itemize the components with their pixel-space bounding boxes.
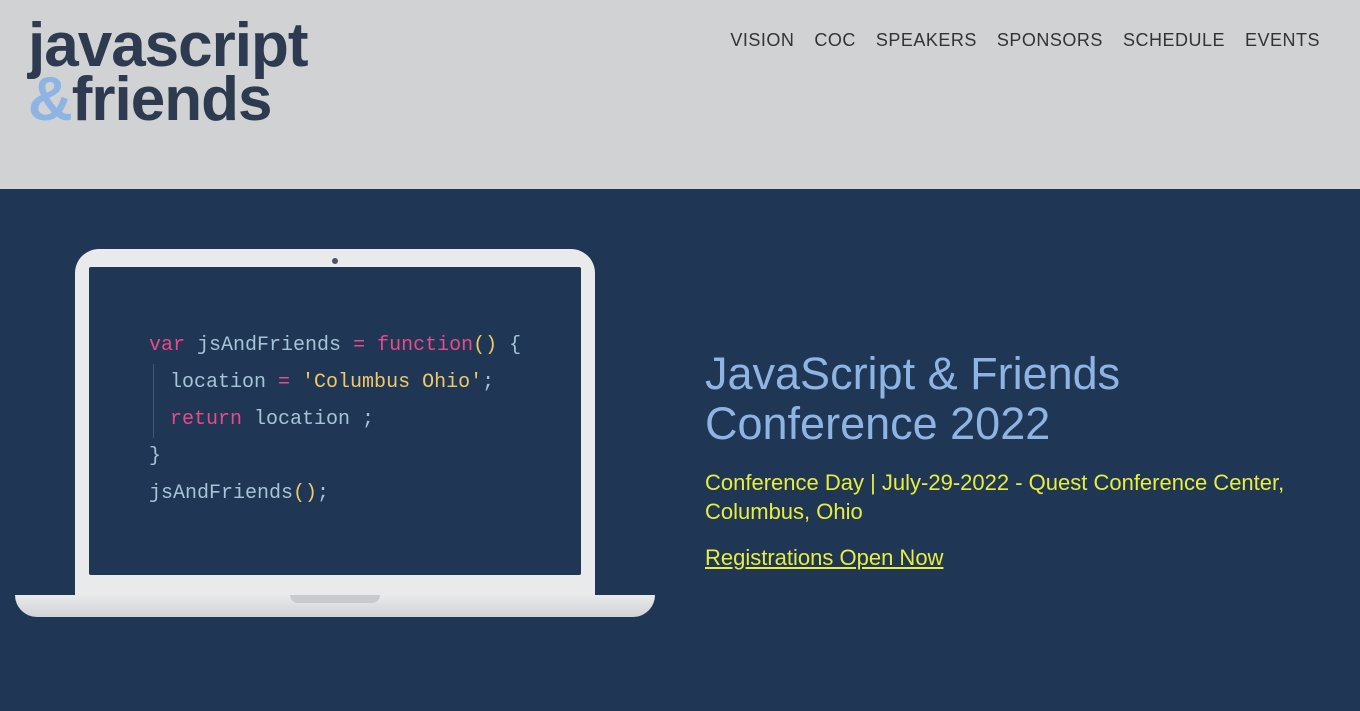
nav-events[interactable]: EVENTS <box>1245 30 1320 51</box>
code-line-2: location = 'Columbus Ohio'; <box>170 364 531 401</box>
code-line-5: jsAndFriends(); <box>149 475 531 512</box>
hero-section: var jsAndFriends = function() { location… <box>0 189 1360 711</box>
site-header: javascript &friends VISION COC SPEAKERS … <box>0 0 1360 189</box>
logo-line2: &friends <box>28 72 308 128</box>
code-line-4: } <box>149 438 531 475</box>
laptop-illustration: var jsAndFriends = function() { location… <box>15 249 655 617</box>
laptop-bezel: var jsAndFriends = function() { location… <box>75 249 595 595</box>
hero-left-column: var jsAndFriends = function() { location… <box>0 189 680 711</box>
laptop-camera-icon <box>332 258 338 264</box>
hero-subtitle: Conference Day | July-29-2022 - Quest Co… <box>705 468 1320 527</box>
hero-right-column: JavaScript & Friends Conference 2022 Con… <box>680 189 1360 711</box>
nav-vision[interactable]: VISION <box>730 30 794 51</box>
code-line-1: var jsAndFriends = function() { <box>149 327 531 364</box>
hero-title: JavaScript & Friends Conference 2022 <box>705 349 1320 450</box>
nav-coc[interactable]: COC <box>814 30 856 51</box>
laptop-base <box>15 595 655 617</box>
primary-nav: VISION COC SPEAKERS SPONSORS SCHEDULE EV… <box>730 18 1320 51</box>
laptop-trackpad-notch <box>290 595 380 603</box>
code-indent-block: location = 'Columbus Ohio'; return locat… <box>153 364 531 438</box>
nav-speakers[interactable]: SPEAKERS <box>876 30 977 51</box>
nav-schedule[interactable]: SCHEDULE <box>1123 30 1225 51</box>
laptop-screen: var jsAndFriends = function() { location… <box>89 267 581 575</box>
nav-sponsors[interactable]: SPONSORS <box>997 30 1103 51</box>
logo-line2-rest: friends <box>72 65 272 134</box>
registration-link[interactable]: Registrations Open Now <box>705 545 943 570</box>
code-line-3: return location ; <box>170 401 531 438</box>
site-logo[interactable]: javascript &friends <box>28 18 308 128</box>
logo-ampersand: & <box>28 65 72 134</box>
